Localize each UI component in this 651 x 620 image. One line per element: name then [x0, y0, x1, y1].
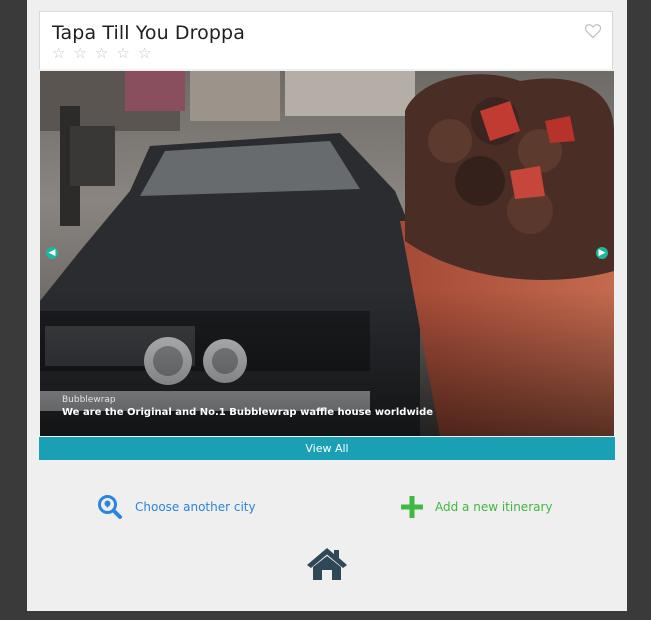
- add-itinerary-label: Add a new itinerary: [435, 500, 553, 514]
- star-icon[interactable]: ☆: [138, 46, 151, 61]
- slide-title: We are the Original and No.1 Bubblewrap …: [62, 407, 434, 418]
- itinerary-title: Tapa Till You Droppa: [52, 22, 245, 44]
- choose-city-link[interactable]: Choose another city: [97, 494, 256, 520]
- arrow-left-icon[interactable]: ◀: [46, 247, 58, 259]
- add-itinerary-link[interactable]: Add a new itinerary: [401, 496, 553, 518]
- carousel-photo: [40, 71, 614, 436]
- home-icon[interactable]: [306, 547, 348, 581]
- heart-outline-icon[interactable]: [584, 23, 602, 39]
- star-icon[interactable]: ☆: [95, 46, 108, 61]
- star-icon[interactable]: ☆: [116, 46, 129, 61]
- rating-stars[interactable]: ☆ ☆ ☆ ☆ ☆: [52, 46, 151, 61]
- arrow-right-icon[interactable]: ▶: [596, 247, 608, 259]
- slide-subtitle: Bubblewrap: [62, 395, 116, 405]
- choose-city-label: Choose another city: [135, 500, 256, 514]
- itinerary-card-header: Tapa Till You Droppa ☆ ☆ ☆ ☆ ☆: [39, 11, 613, 69]
- content-panel: Tapa Till You Droppa ☆ ☆ ☆ ☆ ☆ ◀ ▶ Bubbl…: [27, 0, 627, 611]
- activity-carousel: ◀ ▶ Bubblewrap We are the Original and N…: [40, 71, 614, 436]
- star-icon[interactable]: ☆: [52, 46, 65, 61]
- star-icon[interactable]: ☆: [73, 46, 86, 61]
- plus-icon: [401, 496, 423, 518]
- search-location-icon: [98, 495, 122, 519]
- view-all-button[interactable]: View All: [39, 437, 615, 460]
